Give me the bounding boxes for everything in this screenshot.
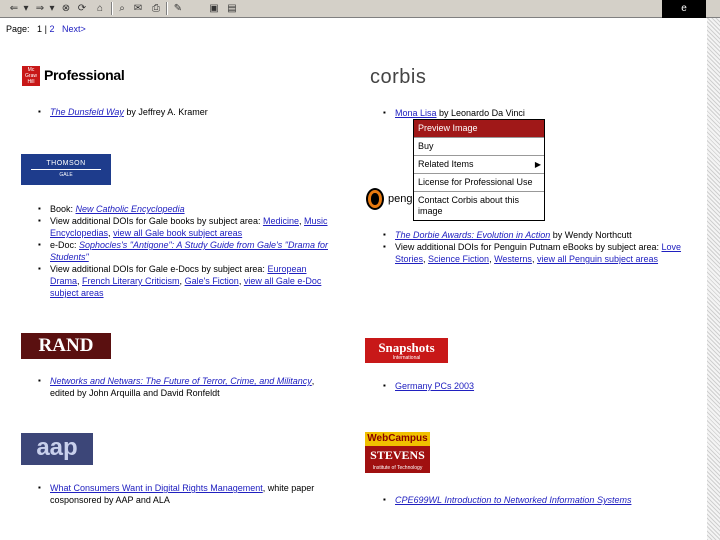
catholic-encyclopedia-link[interactable]: New Catholic Encyclopedia	[76, 204, 185, 214]
all-gale-book-areas-link[interactable]: view all Gale book subject areas	[113, 228, 242, 238]
networks-and-netwars-link[interactable]: Networks and Netwars: The Future of Terr…	[50, 376, 312, 386]
item-prefix: View additional DOIs for Gale books by s…	[50, 216, 263, 226]
aap-logo[interactable]: aap	[21, 433, 93, 465]
webcampus-doi-list: CPE699WL Introduction to Networked Infor…	[383, 494, 693, 506]
item-prefix: e-Doc:	[50, 240, 80, 250]
author-text: by Wendy Northcutt	[550, 230, 632, 240]
westerns-link[interactable]: Westerns	[494, 254, 532, 264]
dunsfeld-way-link[interactable]: The Dunsfeld Way	[50, 107, 124, 117]
antigone-study-guide-link[interactable]: Sophocles's "Antigone": A Study Guide fr…	[50, 240, 328, 262]
print-icon[interactable]: ⎙	[150, 2, 162, 15]
snapshots-international-logo[interactable]: Snapshots International	[365, 338, 448, 363]
back-dropdown-icon[interactable]: ▾	[22, 2, 30, 15]
gale-doi-list: Book: New Catholic Encyclopedia View add…	[38, 203, 338, 299]
penguin-badge-icon	[366, 188, 384, 210]
pager-current: 1	[37, 24, 43, 34]
all-penguin-areas-link[interactable]: view all Penguin subject areas	[537, 254, 658, 264]
mcgraw-hill-badge: Mc Graw Hill	[22, 66, 40, 86]
stevens-logo-text: STEVENS	[365, 446, 430, 464]
mcgraw-logo-text: Professional	[44, 67, 125, 83]
snapshots-logo-text: Snapshots	[378, 340, 435, 355]
list-item: e-Doc: Sophocles's "Antigone": A Study G…	[38, 239, 338, 263]
pager: Page: 1 | 2 Next>	[6, 24, 86, 34]
badge-line: Hill	[27, 79, 35, 85]
vertical-scrollbar[interactable]	[707, 18, 720, 540]
darwin-awards-link[interactable]: The Dorbie Awards: Evolution in Action	[395, 230, 550, 240]
rand-logo-text: RAND	[38, 335, 94, 356]
list-item: View additional DOIs for Gale books by s…	[38, 215, 338, 239]
submenu-arrow-icon: ▶	[534, 160, 541, 169]
list-item: View additional DOIs for Gale e-Docs by …	[38, 263, 338, 299]
thomson-logo-text: THOMSON	[46, 160, 86, 167]
toolbar-separator	[111, 2, 113, 15]
item-prefix: View additional DOIs for Penguin Putnam …	[395, 242, 662, 252]
french-literary-criticism-link[interactable]: French Literary Criticism	[82, 276, 180, 286]
list-item: The Dorbie Awards: Evolution in Action b…	[383, 229, 688, 241]
mcgraw-doi-list: The Dunsfeld Way by Jeffrey A. Kramer	[38, 106, 338, 118]
menu-item-license[interactable]: License for Professional Use	[414, 174, 544, 192]
forward-icon[interactable]: ⇒	[34, 2, 46, 15]
refresh-icon[interactable]: ⟳	[76, 2, 88, 15]
consumers-drm-link[interactable]: What Consumers Want in Digital Rights Ma…	[50, 483, 263, 493]
list-item: What Consumers Want in Digital Rights Ma…	[38, 482, 328, 506]
pager-next-link[interactable]: Next>	[62, 24, 86, 34]
mcgraw-hill-professional-logo[interactable]: Mc Graw Hill Professional	[22, 64, 132, 88]
browser-throbber-icon: e	[662, 0, 706, 18]
menu-item-contact-corbis[interactable]: Contact Corbis about this image	[414, 192, 544, 220]
corbis-logo[interactable]: corbis	[370, 66, 450, 90]
list-item: CPE699WL Introduction to Networked Infor…	[383, 494, 693, 506]
medicine-link[interactable]: Medicine	[263, 216, 299, 226]
item-prefix: Book:	[50, 204, 76, 214]
forward-dropdown-icon[interactable]: ▾	[48, 2, 56, 15]
snapshots-doi-list: Germany PCs 2003	[383, 380, 683, 392]
edit-icon[interactable]: ✎	[172, 2, 184, 15]
penguin-shape	[371, 193, 379, 205]
search-icon[interactable]: ⌕	[116, 2, 128, 15]
toolbar-separator	[166, 2, 168, 15]
author-text: by Leonardo Da Vinci	[436, 108, 525, 118]
germany-pcs-2003-link[interactable]: Germany PCs 2003	[395, 381, 474, 391]
menu-item-related-items[interactable]: Related Items ▶	[414, 156, 544, 174]
author-text: by Jeffrey A. Kramer	[123, 107, 208, 117]
stop-icon[interactable]: ⊗	[60, 2, 72, 15]
penguin-doi-list: The Dorbie Awards: Evolution in Action b…	[383, 229, 688, 265]
menu-item-buy[interactable]: Buy	[414, 138, 544, 156]
webcampus-logo-text: WebCampus	[365, 432, 430, 446]
mail-icon[interactable]: ✉	[132, 2, 144, 15]
aap-logo-text: aap	[36, 434, 78, 461]
science-fiction-link[interactable]: Science Fiction	[428, 254, 489, 264]
corbis-logo-text: corbis	[370, 66, 427, 88]
aap-doi-list: What Consumers Want in Digital Rights Ma…	[38, 482, 328, 506]
gales-fiction-link[interactable]: Gale's Fiction	[185, 276, 239, 286]
list-item: Germany PCs 2003	[383, 380, 683, 392]
window-icon[interactable]: ▣	[208, 2, 220, 15]
menu-item-preview-image[interactable]: Preview Image	[414, 120, 544, 138]
pager-page-2-link[interactable]: 2	[49, 24, 54, 34]
corbis-doi-list: Mona Lisa by Leonardo Da Vinci	[383, 107, 683, 119]
list-item: Mona Lisa by Leonardo Da Vinci	[383, 107, 683, 119]
corbis-context-menu: Preview Image Buy Related Items ▶ Licens…	[413, 119, 545, 221]
list-icon[interactable]: ▤	[226, 2, 238, 15]
thomson-gale-logo[interactable]: THOMSON GALE	[21, 154, 111, 185]
list-item: The Dunsfeld Way by Jeffrey A. Kramer	[38, 106, 338, 118]
cpe699wl-course-link[interactable]: CPE699WL Introduction to Networked Infor…	[395, 495, 631, 505]
institute-logo-text: Institute of Technology	[365, 464, 430, 473]
item-prefix: View additional DOIs for Gale e-Docs by …	[50, 264, 268, 274]
back-icon[interactable]: ⇐	[8, 2, 20, 15]
list-item: Book: New Catholic Encyclopedia	[38, 203, 338, 215]
pager-label: Page:	[6, 24, 30, 34]
list-item: Networks and Netwars: The Future of Terr…	[38, 375, 338, 399]
rand-doi-list: Networks and Netwars: The Future of Terr…	[38, 375, 338, 399]
mona-lisa-link[interactable]: Mona Lisa	[395, 108, 437, 118]
logo-rule	[31, 169, 101, 170]
browser-toolbar: ⇐ ▾ ⇒ ▾ ⊗ ⟳ ⌂ ⌕ ✉ ⎙ ✎ ▣ ▤ e	[0, 0, 720, 18]
webcampus-stevens-logo[interactable]: WebCampus STEVENS Institute of Technolog…	[365, 432, 430, 477]
rand-logo[interactable]: RAND	[21, 333, 111, 359]
list-item: View additional DOIs for Penguin Putnam …	[383, 241, 688, 265]
pager-sep: |	[44, 24, 47, 34]
menu-item-label: Related Items	[418, 159, 474, 169]
gale-logo-text: GALE	[59, 172, 73, 178]
home-icon[interactable]: ⌂	[94, 2, 106, 15]
